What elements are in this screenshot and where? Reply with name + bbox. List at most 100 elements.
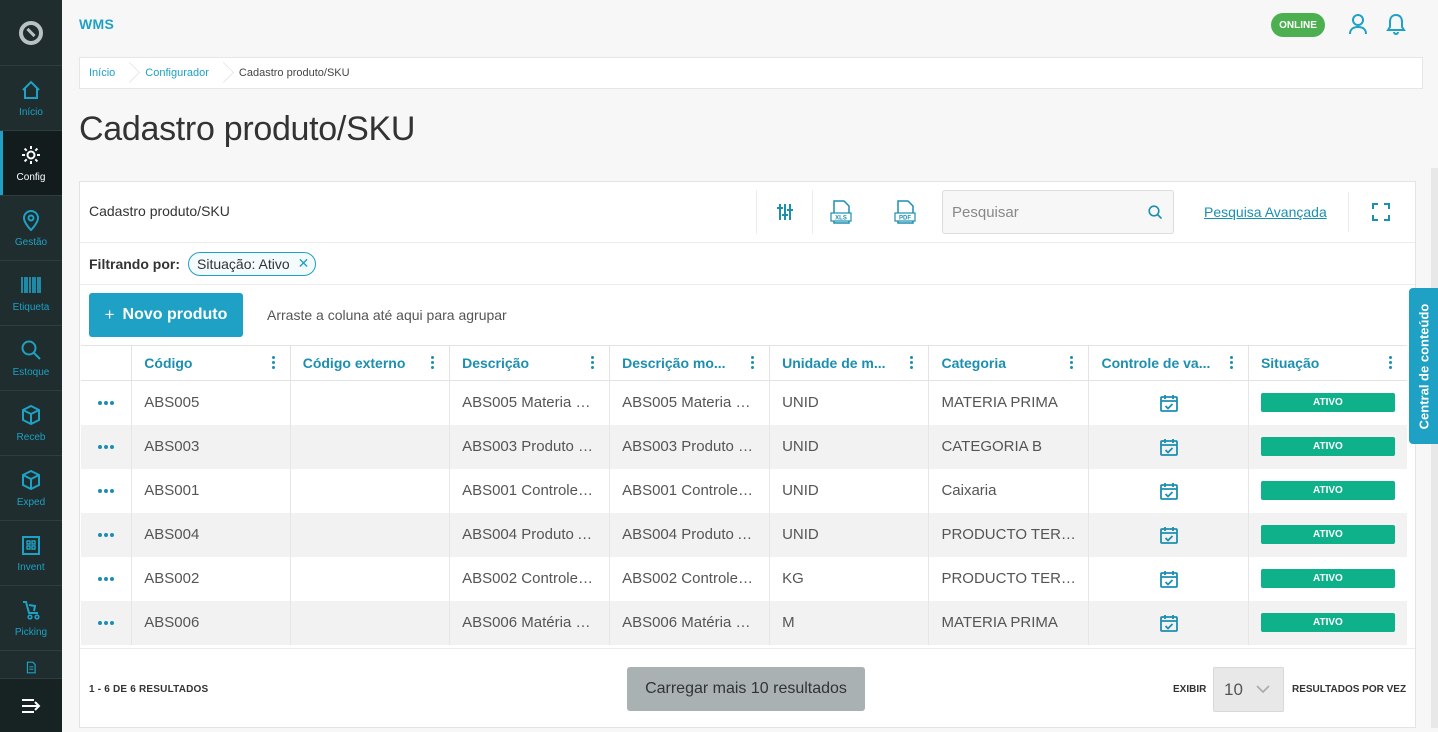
cell-controle-validade xyxy=(1088,380,1249,425)
sidebar-item-label: Receb xyxy=(16,431,46,443)
table-row[interactable]: ABS001 ABS001 Controle d... ABS001 Control… xyxy=(81,468,1407,513)
sidebar-item-label: Config xyxy=(16,171,46,183)
sidebar-item-label: Picking xyxy=(14,626,48,638)
column-header[interactable]: Código externo xyxy=(289,345,450,381)
breadcrumb-inicio[interactable]: Início xyxy=(89,67,115,79)
row-actions-cell[interactable] xyxy=(81,381,132,425)
barcode-icon xyxy=(21,276,41,293)
column-menu-icon[interactable] xyxy=(1389,356,1393,371)
cell-codigo: ABS003 xyxy=(131,424,291,469)
column-menu-icon[interactable] xyxy=(910,356,914,371)
product-table: Código Código externo Descrição Descrição m… xyxy=(81,345,1407,645)
group-drop-zone[interactable]: Arraste a coluna até aqui para agrupar xyxy=(267,307,507,323)
app-title: WMS xyxy=(79,16,115,32)
sidebar: Início Config Gestão Etiqueta Estoque Receb Ex… xyxy=(0,0,62,732)
cell-descricao-mo: ABS006 Matéria Pri... xyxy=(609,600,770,645)
column-menu-icon[interactable] xyxy=(751,356,755,371)
collapse-menu-button[interactable] xyxy=(0,678,62,732)
cell-categoria: CATEGORIA B xyxy=(928,424,1089,469)
app-logo[interactable] xyxy=(0,0,62,66)
sidebar-item-more[interactable] xyxy=(0,651,62,681)
cell-codigo-externo xyxy=(289,556,450,601)
row-actions-cell[interactable] xyxy=(81,557,132,601)
per-page-select[interactable]: 10 xyxy=(1213,667,1284,712)
more-actions-icon[interactable] xyxy=(93,488,119,493)
breadcrumb: Início Configurador Cadastro produto/SKU xyxy=(79,57,1423,89)
sidebar-item-label: Estoque xyxy=(12,366,50,378)
remove-filter-icon[interactable]: ✕ xyxy=(298,255,310,272)
column-header-label: Descrição xyxy=(462,355,530,371)
column-header[interactable]: Descrição mo... xyxy=(609,345,770,381)
column-menu-icon[interactable] xyxy=(431,356,435,371)
row-actions-cell[interactable] xyxy=(81,425,132,469)
sidebar-item-invent[interactable]: Invent xyxy=(0,521,62,586)
sidebar-item-inicio[interactable]: Início xyxy=(0,66,62,131)
column-menu-icon[interactable] xyxy=(1229,356,1234,371)
column-menu-icon[interactable] xyxy=(591,356,595,371)
breadcrumb-separator xyxy=(123,58,135,88)
per-page-suffix: RESULTADOS POR VEZ xyxy=(1292,684,1407,695)
table-row[interactable]: ABS002 ABS002 Controle p... ABS002 Control… xyxy=(81,556,1407,601)
filter-chip-situacao[interactable]: Situação: Ativo ✕ xyxy=(188,251,317,276)
column-header[interactable]: Unidade de m... xyxy=(769,345,929,381)
row-actions-cell[interactable] xyxy=(81,601,132,645)
sidebar-item-picking[interactable]: Picking xyxy=(0,586,62,651)
user-icon[interactable] xyxy=(1347,12,1369,36)
column-menu-icon[interactable] xyxy=(271,356,276,371)
column-settings-button[interactable] xyxy=(756,190,812,234)
advanced-search-link[interactable]: Pesquisa Avançada xyxy=(1204,204,1327,220)
sidebar-item-gestao[interactable]: Gestão xyxy=(0,196,62,261)
search-icon[interactable] xyxy=(1148,205,1163,225)
row-actions-cell[interactable] xyxy=(81,469,132,513)
content-center-label: Central de conteúdo xyxy=(1416,303,1431,429)
column-header[interactable]: Categoria xyxy=(928,345,1089,381)
new-product-button[interactable]: + Novo produto xyxy=(89,293,243,337)
sidebar-item-config[interactable]: Config xyxy=(0,131,62,196)
table-row[interactable]: ABS003 ABS003 Produto se... ABS003 Produto… xyxy=(81,424,1407,469)
more-actions-icon[interactable] xyxy=(93,532,119,537)
bell-icon[interactable] xyxy=(1385,12,1407,36)
row-actions-cell[interactable] xyxy=(81,513,132,557)
load-more-button[interactable]: Carregar mais 10 resultados xyxy=(627,667,865,711)
sidebar-item-receb[interactable]: Receb xyxy=(0,391,62,456)
page-scrollbar[interactable] xyxy=(1431,168,1438,728)
sidebar-item-label: Gestão xyxy=(14,236,48,248)
table-row[interactable]: ABS006 ABS006 Matéria Pri... ABS006 Matéri… xyxy=(81,600,1407,645)
more-actions-icon[interactable] xyxy=(93,444,119,449)
more-actions-icon[interactable] xyxy=(93,576,119,581)
column-header[interactable]: Código xyxy=(131,345,291,381)
row-actions-header xyxy=(81,345,132,381)
sidebar-item-etiqueta[interactable]: Etiqueta xyxy=(0,261,62,326)
search-field xyxy=(942,190,1174,234)
filter-label: Filtrando por: xyxy=(89,255,180,272)
breadcrumb-configurador[interactable]: Configurador xyxy=(145,67,209,79)
content-center-tab[interactable]: Central de conteúdo xyxy=(1409,288,1438,444)
cell-controle-validade xyxy=(1088,600,1249,645)
more-actions-icon[interactable] xyxy=(93,620,119,625)
breadcrumb-separator xyxy=(217,58,229,88)
export-xls-button[interactable]: XLS xyxy=(812,190,868,234)
column-header[interactable]: Descrição xyxy=(449,345,610,381)
column-header[interactable]: Situação xyxy=(1247,345,1407,381)
cell-situacao: ATIVO xyxy=(1247,600,1407,645)
card-toolbar: Cadastro produto/SKU XLS PDF Pesquisa Av… xyxy=(80,182,1415,243)
card-title: Cadastro produto/SKU xyxy=(89,203,230,219)
sidebar-item-estoque[interactable]: Estoque xyxy=(0,326,62,391)
table-row[interactable]: ABS004 ABS004 Produto A... ABS004 Produto … xyxy=(81,512,1407,557)
cell-categoria: PRODUCTO TERMI... xyxy=(928,556,1089,601)
cell-descricao-mo: ABS003 Produto se... xyxy=(609,424,770,469)
building-icon xyxy=(22,535,40,555)
column-header[interactable]: Controle de va... xyxy=(1088,345,1249,381)
more-actions-icon[interactable] xyxy=(93,400,119,405)
fullscreen-button[interactable] xyxy=(1348,192,1412,232)
export-pdf-button[interactable]: PDF xyxy=(877,190,933,234)
search-input[interactable] xyxy=(952,203,1142,221)
table-row[interactable]: ABS005 ABS005 Materia Pri... ABS005 Materi… xyxy=(81,380,1407,425)
cell-categoria: Caixaria xyxy=(928,468,1089,513)
column-menu-icon[interactable] xyxy=(1070,356,1074,371)
cell-codigo-externo xyxy=(289,468,450,513)
sidebar-item-exped[interactable]: Exped xyxy=(0,456,62,521)
cell-unidade: UNID xyxy=(769,424,929,469)
column-header-label: Unidade de m... xyxy=(782,355,886,371)
document-icon xyxy=(26,661,36,674)
